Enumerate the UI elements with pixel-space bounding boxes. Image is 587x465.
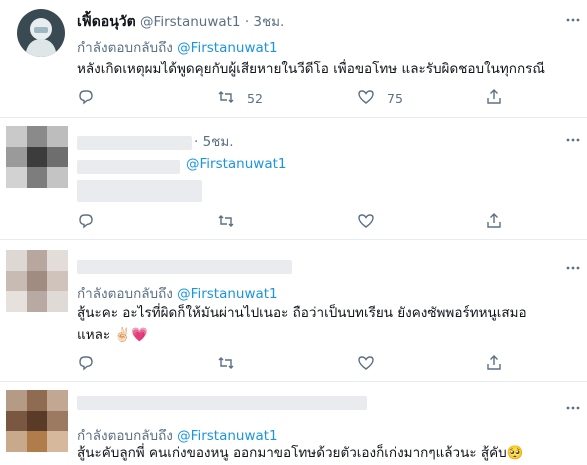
heart-icon [357,212,375,233]
more-icon[interactable] [565,260,581,276]
retweet-button[interactable]: 52 [217,88,263,109]
avatar[interactable] [6,126,68,188]
redacted-name [77,260,292,274]
more-icon[interactable] [565,12,581,28]
tweet-header: เฟิ้ดอนุวัต @Firstanuwat1 · 3ชม. [77,10,284,33]
tweet-text-line: สู้นะคะ อะไรที่ผิดก็ให้มันผ่านไปเนอะ ถือ… [77,305,527,321]
retweet-icon [217,354,235,375]
reply-mention-link[interactable]: @Firstanuwat1 [177,40,278,56]
tweet-2[interactable]: · 5ชม. @Firstanuwat1 [0,118,587,240]
tweet-text-line: สู้นะคับลูกพี่ คนเก่งของหนู ออกมาขอโทษด้… [77,445,524,461]
reply-mention-link[interactable]: @Firstanuwat1 [177,286,278,302]
reply-icon [77,88,95,109]
tweet-3[interactable]: กำลังตอบกลับถึง @Firstanuwat1 สู้นะคะ อะ… [0,240,587,382]
reply-prefix: กำลังตอบกลับถึง [77,40,173,56]
retweet-button[interactable] [217,212,235,233]
reply-button[interactable] [77,212,95,233]
timestamp[interactable]: · 3ชม. [245,14,285,30]
share-icon [485,88,503,109]
retweet-icon [217,212,235,233]
more-icon[interactable] [565,132,581,148]
share-button[interactable] [485,212,503,233]
tweet-text-line: แหละ ✌🏻💗 [77,327,149,343]
like-button[interactable] [357,212,375,233]
avatar[interactable] [17,9,65,57]
tweet-header: · 5ชม. [194,130,234,152]
redacted-reply-prefix [77,160,180,174]
retweet-icon [217,88,235,109]
action-bar [77,354,507,374]
avatar[interactable] [6,390,68,452]
reply-button[interactable] [77,88,95,109]
like-button[interactable]: 75 [357,88,403,109]
like-button[interactable] [357,354,375,375]
more-icon[interactable] [565,400,581,416]
redacted-tweet-text [77,180,202,202]
retweet-button[interactable] [217,354,235,375]
reply-icon [77,212,95,233]
share-icon [485,212,503,233]
replying-to: กำลังตอบกลับถึง @Firstanuwat1 [77,36,278,58]
display-name[interactable]: เฟิ้ดอนุวัต [77,14,136,30]
heart-icon [357,88,375,109]
like-count: 75 [387,91,403,106]
action-bar [77,212,507,232]
action-bar: 52 75 [77,88,507,108]
tweet-1[interactable]: เฟิ้ดอนุวัต @Firstanuwat1 · 3ชม. กำลังตอ… [0,0,587,118]
tweet-text: สู้นะคับลูกพี่ คนเก่งของหนู ออกมาขอโทษด้… [77,442,524,464]
redacted-name [77,396,367,410]
avatar[interactable] [6,250,68,312]
replying-to: @Firstanuwat1 [186,156,287,172]
tweet-text: หลังเกิดเหตุผมได้พูดคุยกับผู้เสียหายในวี… [77,58,545,80]
reply-mention-link[interactable]: @Firstanuwat1 [186,156,287,172]
replying-to: กำลังตอบกลับถึง @Firstanuwat1 [77,282,278,304]
retweet-count: 52 [247,91,263,106]
timestamp[interactable]: · 5ชม. [194,134,234,150]
reply-button[interactable] [77,354,95,375]
tweet-text: สู้นะคะ อะไรที่ผิดก็ให้มันผ่านไปเนอะ ถือ… [77,302,527,346]
reply-icon [77,354,95,375]
redacted-name [77,136,192,150]
tweet-feed: เฟิ้ดอนุวัต @Firstanuwat1 · 3ชม. กำลังตอ… [0,0,587,465]
share-icon [485,354,503,375]
share-button[interactable] [485,88,503,109]
share-button[interactable] [485,354,503,375]
heart-icon [357,354,375,375]
reply-prefix: กำลังตอบกลับถึง [77,286,173,302]
tweet-text-line: หลังเกิดเหตุผมได้พูดคุยกับผู้เสียหายในวี… [77,61,545,77]
tweet-4[interactable]: กำลังตอบกลับถึง @Firstanuwat1 สู้นะคับลู… [0,382,587,465]
user-handle[interactable]: @Firstanuwat1 [140,14,241,30]
